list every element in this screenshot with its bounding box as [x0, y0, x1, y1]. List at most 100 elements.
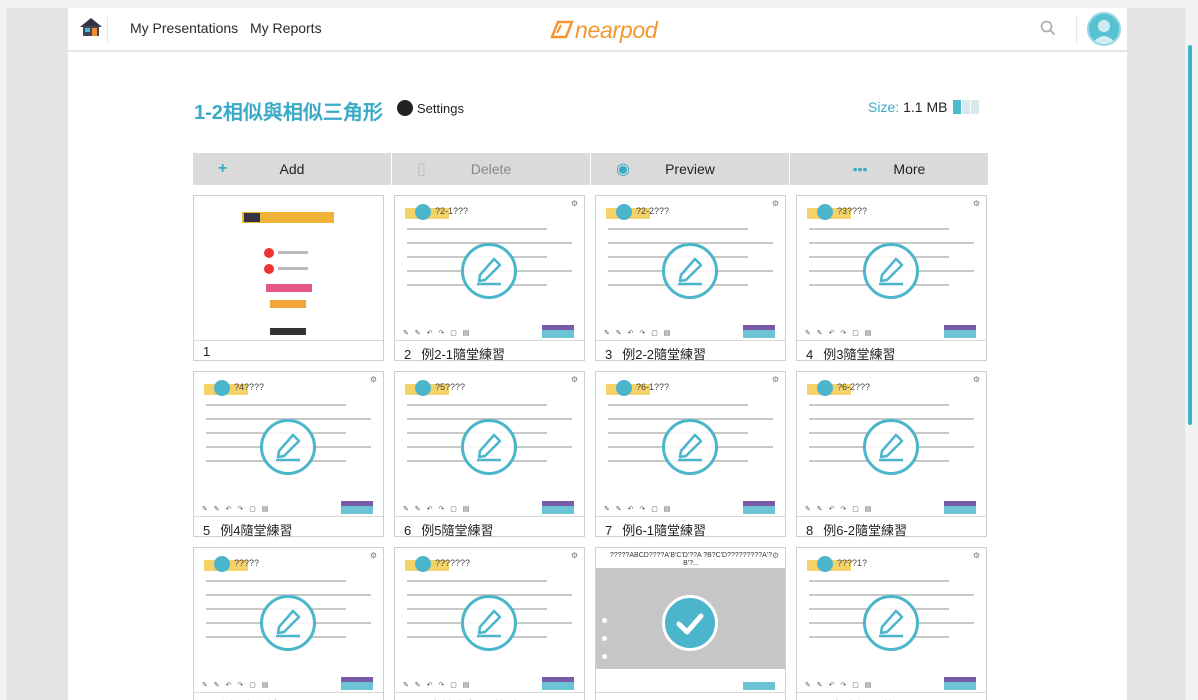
gear-icon[interactable]: ⚙: [571, 199, 578, 208]
draw-it-icon: [415, 380, 431, 396]
slide-card[interactable]: ?6-2??? ⚙ ✎ ✎ ↶ ↷ ▢ ▤ 8 例6-2隨堂練習: [796, 371, 987, 538]
more-button[interactable]: ••• More: [790, 153, 988, 185]
slide-caption[interactable]: 1: [194, 340, 383, 360]
slide-card[interactable]: ?????ABCD????A'B'C'D'??A ?B?C'D?????????…: [595, 547, 786, 700]
preview-button[interactable]: ◉ Preview: [591, 153, 790, 185]
send-tag: [743, 506, 775, 514]
slide-caption[interactable]: 4 例3隨堂練習: [797, 340, 986, 362]
slide-caption[interactable]: 8 例6-2隨堂練習: [797, 516, 986, 538]
send-tag: [743, 682, 775, 690]
slide-number: 3: [605, 347, 613, 362]
presentation-size: Size: 1.1 MB: [868, 99, 980, 115]
slide-caption[interactable]: 7 例6-1隨堂練習: [596, 516, 785, 538]
slide-number: 2: [404, 347, 412, 362]
slide-thumbnail[interactable]: ?5???? ⚙ ✎ ✎ ↶ ↷ ▢ ▤: [395, 372, 584, 517]
draw-it-icon: [817, 204, 833, 220]
pencil-icon: [397, 100, 413, 116]
slide-caption[interactable]: 9例7隨堂練習: [194, 692, 383, 700]
slide-card[interactable]: ?3???? ⚙ ✎ ✎ ↶ ↷ ▢ ▤ 4 例3隨堂練習: [796, 195, 987, 362]
slide-thumbnail[interactable]: ????? ⚙ ✎ ✎ ↶ ↷ ▢ ▤: [194, 548, 383, 693]
gear-icon[interactable]: ⚙: [973, 375, 980, 384]
slide-caption[interactable]: 6 例5隨堂練習: [395, 516, 584, 538]
slide-tag-text: ?????: [234, 558, 260, 568]
gear-icon[interactable]: ⚙: [973, 551, 980, 560]
slide-thumbnail[interactable]: ?3???? ⚙ ✎ ✎ ↶ ↷ ▢ ▤: [797, 196, 986, 341]
eye-icon: ◉: [616, 161, 630, 178]
size-meter-segment: [971, 100, 980, 114]
slide-caption[interactable]: 12自我評量第1題: [797, 692, 986, 700]
size-meter-segment: [962, 100, 971, 114]
draw-it-icon: [817, 556, 833, 572]
slide-thumbnail[interactable]: ?2-2??? ⚙ ✎ ✎ ↶ ↷ ▢ ▤: [596, 196, 785, 341]
gear-icon[interactable]: ⚙: [973, 199, 980, 208]
user-avatar-button[interactable]: [1087, 12, 1121, 46]
pencil-icon: [461, 419, 517, 475]
search-button[interactable]: [1040, 20, 1056, 41]
slide-card[interactable]: ??????? ⚙ ✎ ✎ ↶ ↷ ▢ ▤ 10全等與相似的差異: [394, 547, 585, 700]
slide-thumbnail[interactable]: ?6-1??? ⚙ ✎ ✎ ↶ ↷ ▢ ▤: [596, 372, 785, 517]
gear-icon[interactable]: ⚙: [772, 375, 779, 384]
send-tag: [944, 682, 976, 690]
slide-tag-text: ????1?: [837, 558, 868, 568]
slide-caption[interactable]: 10全等與相似的差異: [395, 692, 584, 700]
add-button[interactable]: + Add: [193, 153, 392, 185]
gear-icon[interactable]: ⚙: [370, 551, 377, 560]
send-tag: [542, 330, 574, 338]
slide-question-text: ?????ABCD????A'B'C'D'??A ?B?C'D?????????…: [609, 552, 773, 567]
gear-icon[interactable]: ⚙: [772, 199, 779, 208]
slide-label: 例3隨堂練習: [823, 347, 896, 362]
gear-icon[interactable]: ⚙: [370, 375, 377, 384]
send-tag: [743, 330, 775, 338]
slide-caption[interactable]: 5 例4隨堂練習: [194, 516, 383, 538]
gear-icon[interactable]: ⚙: [571, 375, 578, 384]
slide-tools-icons: ✎ ✎ ↶ ↷ ▢ ▤: [403, 506, 472, 513]
logo-text: nearpod: [575, 16, 658, 43]
draw-it-icon: [616, 380, 632, 396]
slide-thumbnail[interactable]: ?4???? ⚙ ✎ ✎ ↶ ↷ ▢ ▤: [194, 372, 383, 517]
slide-card[interactable]: ????? ⚙ ✎ ✎ ↶ ↷ ▢ ▤ 9例7隨堂練習: [193, 547, 384, 700]
slide-card[interactable]: ?5???? ⚙ ✎ ✎ ↶ ↷ ▢ ▤ 6 例5隨堂練習: [394, 371, 585, 538]
slide-thumbnail[interactable]: ?????ABCD????A'B'C'D'??A ?B?C'D?????????…: [596, 548, 785, 693]
slide-label: 例4隨堂練習: [220, 523, 293, 538]
pencil-icon: [863, 243, 919, 299]
slide-tools-icons: ✎ ✎ ↶ ↷ ▢ ▤: [403, 330, 472, 337]
slide-thumbnail[interactable]: ????1? ⚙ ✎ ✎ ↶ ↷ ▢ ▤: [797, 548, 986, 693]
slide-toolbar: + Add ▯ Delete ◉ Preview ••• More: [193, 153, 988, 185]
slide-caption[interactable]: 3 例2-2隨堂練習: [596, 340, 785, 362]
gear-icon[interactable]: ⚙: [772, 551, 779, 560]
page-scrollbar[interactable]: [1188, 45, 1192, 425]
slide-card[interactable]: ?2-2??? ⚙ ✎ ✎ ↶ ↷ ▢ ▤ 3 例2-2隨堂練習: [595, 195, 786, 362]
left-margin: [7, 8, 68, 700]
presentation-title[interactable]: 1-2相似與相似三角形: [194, 96, 383, 125]
slide-caption[interactable]: 2 例2-1隨堂練習: [395, 340, 584, 362]
nearpod-logo[interactable]: nearpod: [548, 16, 658, 44]
gear-icon[interactable]: ⚙: [571, 551, 578, 560]
slide-card[interactable]: ????1? ⚙ ✎ ✎ ↶ ↷ ▢ ▤ 12自我評量第1題: [796, 547, 987, 700]
delete-button[interactable]: ▯ Delete: [392, 153, 591, 185]
settings-button[interactable]: Settings: [397, 100, 464, 116]
send-tag: [542, 682, 574, 690]
slide-caption[interactable]: 111-2小考: [596, 692, 785, 700]
nearpod-logo-icon: [550, 20, 574, 39]
slide-card[interactable]: ?4???? ⚙ ✎ ✎ ↶ ↷ ▢ ▤ 5 例4隨堂練習: [193, 371, 384, 538]
slide-thumbnail[interactable]: [194, 196, 383, 341]
home-button[interactable]: [78, 17, 108, 43]
slide-thumbnail[interactable]: ??????? ⚙ ✎ ✎ ↶ ↷ ▢ ▤: [395, 548, 584, 693]
slide-card[interactable]: 1: [193, 195, 384, 361]
draw-it-icon: [616, 204, 632, 220]
trash-icon: ▯: [417, 161, 426, 178]
delete-label: Delete: [470, 161, 512, 177]
slide-card[interactable]: ?2-1??? ⚙ ✎ ✎ ↶ ↷ ▢ ▤ 2 例2-1隨堂練習: [394, 195, 585, 362]
nav-my-presentations[interactable]: My Presentations: [130, 20, 238, 36]
slide-tools-icons: ✎ ✎ ↶ ↷ ▢ ▤: [202, 506, 271, 513]
send-tag: [944, 330, 976, 338]
slide-tag-text: ?2-2???: [636, 206, 670, 216]
slide-tools-icons: ✎ ✎ ↶ ↷ ▢ ▤: [604, 506, 673, 513]
slide-thumbnail[interactable]: ?2-1??? ⚙ ✎ ✎ ↶ ↷ ▢ ▤: [395, 196, 584, 341]
slide-thumbnail[interactable]: ?6-2??? ⚙ ✎ ✎ ↶ ↷ ▢ ▤: [797, 372, 986, 517]
slide-label: 例2-2隨堂練習: [622, 347, 707, 362]
slide-card[interactable]: ?6-1??? ⚙ ✎ ✎ ↶ ↷ ▢ ▤ 7 例6-1隨堂練習: [595, 371, 786, 538]
nav-my-reports[interactable]: My Reports: [250, 20, 322, 36]
home-icon: [80, 18, 102, 36]
size-value: 1.1 MB: [903, 99, 948, 115]
